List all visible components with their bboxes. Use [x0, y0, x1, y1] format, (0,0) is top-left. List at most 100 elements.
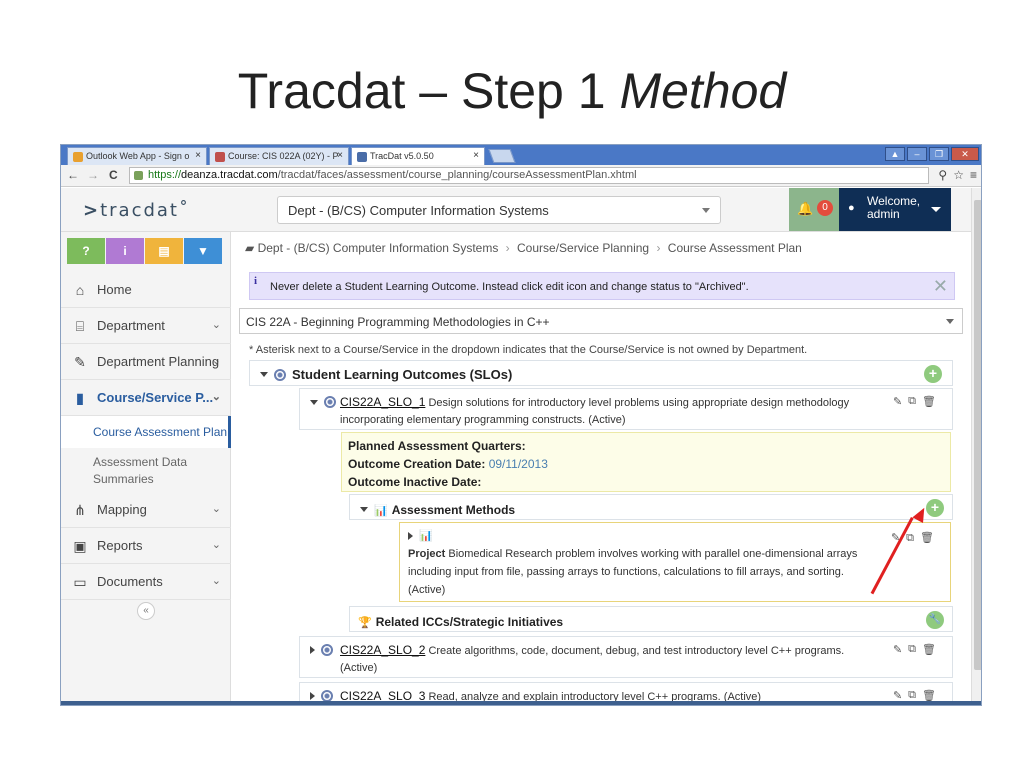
bell-icon: 🔔 [797, 201, 814, 216]
chevron-down-icon: ⌄ [211, 539, 221, 551]
help-button[interactable]: ? [67, 238, 105, 264]
filter-button[interactable]: ▼ [184, 238, 222, 264]
slos-title: Student Learning Outcomes (SLOs) [292, 367, 513, 382]
lock-icon [134, 171, 143, 180]
scrollbar-thumb[interactable] [974, 200, 981, 670]
tab-tracdat[interactable]: TracDat v5.0.50 × [351, 147, 485, 165]
logo-mark: > [83, 200, 101, 221]
breadcrumb-icon: ▰ [245, 241, 255, 255]
breadcrumb-separator: › [505, 241, 510, 255]
window-close-button[interactable]: ✕ [951, 147, 979, 161]
bar-chart-icon: 📊 [374, 505, 388, 517]
add-slo-button[interactable]: + [924, 365, 942, 383]
chevron-down-icon: ⌄ [211, 355, 221, 367]
trophy-icon: 🏆 [358, 617, 372, 629]
copy-icon[interactable]: ⧉ [908, 395, 916, 408]
slo-1-code[interactable]: CIS22A_SLO_1 [340, 395, 425, 409]
sidebar-subitem-course-assessment-plan[interactable]: Course Assessment Plan [61, 416, 231, 448]
slo-2-toggle[interactable] [310, 642, 333, 659]
menu-icon[interactable]: ≡ [970, 168, 977, 182]
caret-right-icon [310, 692, 315, 701]
edit-icon[interactable]: ✎ [893, 395, 902, 408]
slo-1-toggle[interactable] [310, 394, 336, 411]
method-toggle[interactable]: 📊 [408, 527, 942, 545]
target-icon [321, 644, 333, 657]
sidebar-item-reports[interactable]: ▣ Reports ⌄ [61, 528, 231, 564]
sidebar-item-label: Home [97, 282, 132, 297]
reload-button[interactable]: C [109, 168, 118, 182]
slide-title-plain: Tracdat – Step 1 [237, 63, 620, 119]
trash-icon[interactable]: 🗑 [922, 643, 936, 656]
planned-quarters-label: Planned Assessment Quarters: [348, 439, 526, 453]
new-tab-button[interactable] [488, 149, 516, 163]
edit-icon[interactable]: ✎ [893, 643, 902, 656]
breadcrumb-course-service-planning[interactable]: Course/Service Planning [517, 241, 649, 255]
close-tab-icon[interactable]: × [337, 150, 343, 161]
department-select[interactable]: Dept - (B/CS) Computer Information Syste… [277, 196, 721, 224]
assessment-method-row: 📊 Project Biomedical Research problem in… [399, 522, 951, 602]
tab-course[interactable]: Course: CIS 022A (02Y) - P × [209, 147, 349, 165]
sidebar-item-home[interactable]: ⌂ Home [61, 272, 231, 308]
info-button[interactable]: i [106, 238, 144, 264]
trash-icon[interactable]: 🗑 [922, 395, 936, 408]
tab-outlook[interactable]: Outlook Web App - Sign o × [67, 147, 207, 165]
notifications-button[interactable]: 🔔 0 [789, 188, 839, 231]
sidebar-item-mapping[interactable]: ⋔ Mapping ⌄ [61, 492, 231, 528]
book-icon: ▮ [76, 390, 84, 406]
sidebar-item-department-planning[interactable]: ✎ Department Planning ⌄ [61, 344, 231, 380]
slo-1-actions: ✎ ⧉ 🗑 [893, 395, 936, 408]
creation-date-field: Outcome Creation Date: 09/11/2013 [348, 455, 944, 473]
info-icon: i [254, 275, 258, 287]
url-input[interactable]: https://deanza.tracdat.com/tracdat/faces… [129, 167, 929, 184]
forward-button[interactable]: → [87, 168, 99, 182]
slos-header[interactable]: Student Learning Outcomes (SLOs) + [249, 360, 953, 386]
creation-date-value: 09/11/2013 [488, 457, 548, 471]
close-tab-icon[interactable]: × [195, 150, 201, 161]
notice-text: Never delete a Student Learning Outcome.… [270, 281, 749, 293]
method-text: Project Biomedical Research problem invo… [408, 545, 878, 599]
zoom-icon[interactable]: ⚲ [938, 168, 947, 182]
method-description: Biomedical Research problem involves wor… [408, 548, 858, 596]
sidebar-subitem-label: Assessment Data Summaries [93, 455, 188, 486]
trash-icon[interactable]: 🗑 [920, 529, 934, 547]
sidebar-subitem-assessment-data-summaries[interactable]: Assessment Data Summaries [61, 448, 231, 492]
slo-2-code[interactable]: CIS22A_SLO_2 [340, 643, 425, 657]
course-select[interactable]: CIS 22A - Beginning Programming Methodol… [239, 308, 963, 334]
close-tab-icon[interactable]: × [473, 150, 479, 161]
caret-right-icon [408, 532, 413, 541]
target-icon [274, 368, 286, 381]
breadcrumb-dept[interactable]: Dept - (B/CS) Computer Information Syste… [258, 241, 499, 255]
user-menu-button[interactable]: ● Welcome, admin [839, 188, 951, 231]
copy-icon[interactable]: ⧉ [906, 529, 914, 547]
department-select-value: Dept - (B/CS) Computer Information Syste… [288, 203, 549, 218]
window-minimize-button[interactable]: – [907, 147, 927, 161]
sidebar-item-documents[interactable]: ▭ Documents ⌄ [61, 564, 231, 600]
browser-screenshot: Outlook Web App - Sign o × Course: CIS 0… [60, 144, 982, 706]
related-iccs-title: Related ICCs/Strategic Initiatives [375, 615, 564, 629]
close-icon[interactable]: ✕ [933, 276, 948, 297]
url-host: deanza.tracdat.com [181, 169, 278, 181]
copy-icon[interactable]: ⧉ [908, 643, 916, 656]
wrench-icon[interactable]: 🔧 [926, 611, 944, 629]
sidebar-item-label: Reports [97, 538, 143, 553]
add-assessment-method-button[interactable]: + [926, 499, 944, 517]
reports-icon: ▣ [73, 538, 87, 554]
window-maximize-button[interactable]: ❐ [929, 147, 949, 161]
home-icon: ⌂ [75, 282, 85, 298]
window-user-button[interactable]: ▲ [885, 147, 905, 161]
tracdat-logo[interactable]: >tracdat˚ [83, 200, 190, 221]
pencil-icon: ✎ [74, 354, 86, 370]
chevron-down-icon: ⌄ [211, 575, 221, 587]
notes-button[interactable]: ▤ [145, 238, 183, 264]
sidebar-item-course-service-planning[interactable]: ▮ Course/Service P... ⌄ [61, 380, 231, 416]
main-content: ▰ Dept - (B/CS) Computer Information Sys… [233, 232, 971, 705]
slide-title: Tracdat – Step 1 Method [0, 62, 1024, 120]
sidebar-item-department[interactable]: ⌸ Department ⌄ [61, 308, 231, 344]
related-iccs-header[interactable]: 🏆 Related ICCs/Strategic Initiatives 🔧 [349, 606, 953, 632]
page-scrollbar[interactable] [971, 188, 981, 705]
bookmark-star-icon[interactable]: ☆ [953, 168, 964, 182]
logo-text: tracdat [100, 200, 179, 221]
assessment-methods-header[interactable]: 📊 Assessment Methods + [349, 494, 953, 520]
back-button[interactable]: ← [67, 168, 79, 182]
collapse-sidebar-button[interactable]: « [137, 602, 155, 620]
